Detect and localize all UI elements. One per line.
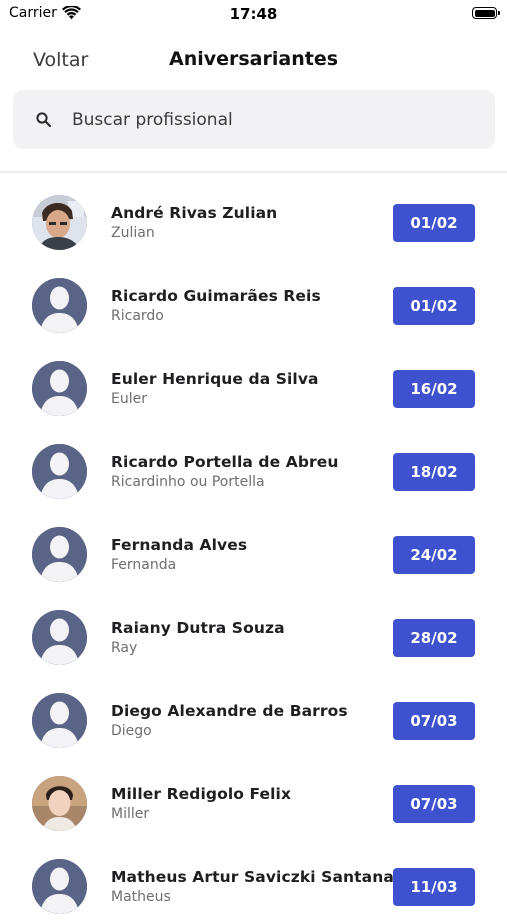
person-name: Miller Redigolo Felix	[111, 785, 292, 803]
person-nickname: Ricardo	[111, 308, 164, 324]
default-person-icon	[32, 278, 87, 333]
page-title: Aniversariantes	[168, 48, 339, 70]
birthday-date-badge[interactable]: 18/02	[393, 453, 475, 491]
person-nickname: Fernanda	[111, 557, 177, 573]
list-item[interactable]: Diego Alexandre de Barros Diego 07/03	[0, 671, 507, 754]
list-item[interactable]: Matheus Artur Saviczki Santana Matheus 11/…	[0, 837, 507, 920]
birthday-date-badge[interactable]: 24/02	[393, 536, 475, 574]
default-person-icon	[32, 444, 87, 499]
search-icon	[36, 112, 52, 128]
birthday-date-badge[interactable]: 01/02	[393, 204, 475, 242]
list-item[interactable]: Fernanda Alves Fernanda 24/02	[0, 505, 507, 588]
person-nickname: Ricardinho ou Portella	[111, 474, 265, 490]
list-item[interactable]: Miller Redigolo Felix Miller 07/03	[0, 754, 507, 837]
default-person-icon	[32, 610, 87, 665]
avatar-photo	[32, 195, 87, 250]
list-item[interactable]: Ricardo Guimarães Reis Ricardo 01/02	[0, 256, 507, 339]
birthday-date-badge[interactable]: 07/03	[393, 785, 475, 823]
birthday-date-badge[interactable]: 16/02	[393, 370, 475, 408]
default-person-icon	[32, 361, 87, 416]
default-person-icon	[32, 693, 87, 748]
search-bar[interactable]	[13, 90, 495, 149]
avatar-photo	[32, 776, 87, 831]
birthday-date-badge[interactable]: 07/03	[393, 702, 475, 740]
birthday-date-badge[interactable]: 01/02	[393, 287, 475, 325]
battery-icon	[472, 7, 500, 19]
person-nickname: Zulian	[111, 225, 155, 241]
person-name: André Rivas Zulian	[111, 204, 278, 222]
default-person-icon	[32, 859, 87, 914]
person-nickname: Miller	[111, 806, 150, 822]
person-nickname: Ray	[111, 640, 138, 656]
person-name: Fernanda Alves	[111, 536, 248, 554]
person-name: Matheus Artur Saviczki Santana	[111, 868, 394, 886]
status-bar: Carrier 17:48	[0, 0, 507, 30]
person-name: Ricardo Guimarães Reis	[111, 287, 321, 305]
search-input[interactable]	[72, 90, 472, 149]
person-name: Euler Henrique da Silva	[111, 370, 319, 388]
person-nickname: Matheus	[111, 889, 171, 905]
person-nickname: Diego	[111, 723, 152, 739]
list-item[interactable]: Raiany Dutra Souza Ray 28/02	[0, 588, 507, 671]
person-name: Diego Alexandre de Barros	[111, 702, 348, 720]
list-item[interactable]: Euler Henrique da Silva Euler 16/02	[0, 339, 507, 422]
birthday-list: André Rivas Zulian Zulian 01/02 Ricardo Gui…	[0, 173, 507, 920]
list-item[interactable]: André Rivas Zulian Zulian 01/02	[0, 173, 507, 256]
default-person-icon	[32, 527, 87, 582]
navigation-bar: Voltar Aniversariantes	[0, 38, 507, 84]
birthday-date-badge[interactable]: 28/02	[393, 619, 475, 657]
person-nickname: Euler	[111, 391, 147, 407]
status-time: 17:48	[229, 5, 278, 23]
birthday-date-badge[interactable]: 11/03	[393, 868, 475, 906]
person-name: Raiany Dutra Souza	[111, 619, 285, 637]
list-item[interactable]: Ricardo Portella de Abreu Ricardinho ou P…	[0, 422, 507, 505]
person-name: Ricardo Portella de Abreu	[111, 453, 339, 471]
